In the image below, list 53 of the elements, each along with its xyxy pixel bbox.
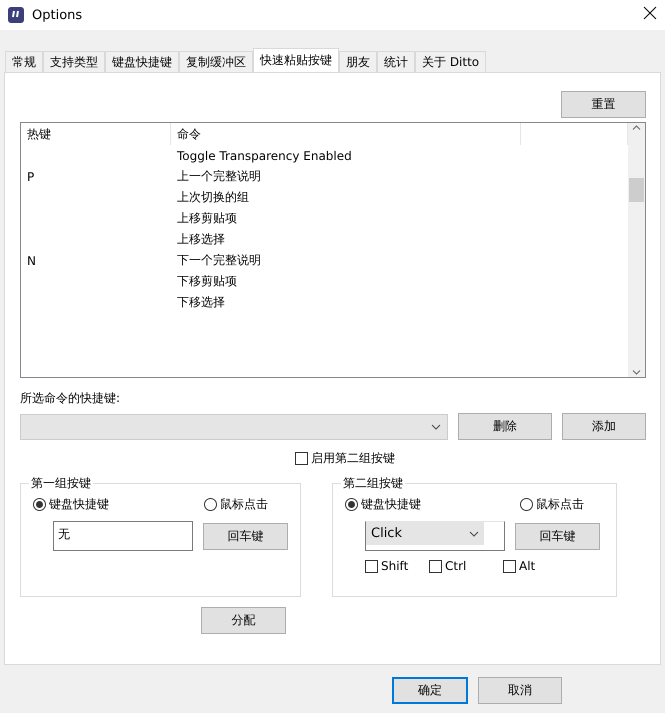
modifier-checkbox[interactable]: Alt bbox=[503, 559, 553, 573]
modifier-checkbox[interactable]: Ctrl bbox=[429, 559, 489, 573]
radio-icon[interactable] bbox=[204, 498, 217, 511]
column-header[interactable]: 热键 bbox=[21, 123, 171, 145]
app-icon bbox=[8, 7, 24, 23]
hotkey-cell: P bbox=[27, 170, 34, 184]
tab[interactable]: 键盘快捷键 bbox=[105, 51, 179, 72]
column-header[interactable]: 命令 bbox=[171, 123, 521, 145]
tab[interactable]: 朋友 bbox=[339, 51, 377, 72]
assign-button[interactable]: 分配 bbox=[201, 607, 286, 634]
scroll-up-icon[interactable] bbox=[632, 125, 641, 130]
enter-key-button[interactable]: 回车键 bbox=[203, 522, 288, 550]
hotkey-cell: N bbox=[27, 254, 36, 268]
radio-option[interactable]: 键盘快捷键 bbox=[345, 496, 421, 513]
tab[interactable]: 关于 Ditto bbox=[415, 51, 486, 72]
command-cell: 上一个完整说明 bbox=[177, 169, 261, 183]
command-cell: 下移剪贴项 bbox=[177, 274, 237, 288]
shortcut-button[interactable]: 添加 bbox=[562, 413, 646, 440]
second-group-checkbox[interactable]: 启用第二组按键 bbox=[295, 450, 395, 467]
radio-icon[interactable] bbox=[33, 498, 46, 511]
command-cell: 下移选择 bbox=[177, 295, 225, 309]
shortcut-label: 所选命令的快捷键: bbox=[20, 390, 122, 407]
tab[interactable]: 快速粘贴按键 bbox=[253, 48, 339, 72]
modifier-checkbox[interactable]: Shift bbox=[365, 559, 415, 573]
tab[interactable]: 支持类型 bbox=[43, 51, 105, 72]
command-cell: 下一个完整说明 bbox=[177, 253, 261, 267]
group-title: 第二组按键 bbox=[342, 475, 404, 492]
radio-icon[interactable] bbox=[345, 498, 358, 511]
tab[interactable]: 常规 bbox=[5, 51, 43, 72]
group-title: 第一组按键 bbox=[30, 475, 92, 492]
command-cell: 上移选择 bbox=[177, 232, 225, 246]
enter-key-button[interactable]: 回车键 bbox=[515, 522, 600, 550]
shortcut-button[interactable]: 删除 bbox=[458, 413, 552, 440]
radio-option[interactable]: 鼠标点击 bbox=[520, 496, 584, 513]
command-cell: Toggle Transparency Enabled bbox=[177, 148, 352, 162]
tab[interactable]: 复制缓冲区 bbox=[179, 51, 253, 72]
chevron-icon bbox=[469, 530, 479, 536]
ok-button[interactable]: 确定 bbox=[392, 677, 468, 704]
window-title: Options bbox=[32, 8, 82, 22]
command-cell: 上次切换的组 bbox=[177, 190, 249, 204]
radio-icon[interactable] bbox=[520, 498, 533, 511]
scroll-down-icon[interactable] bbox=[632, 370, 641, 375]
scroll-thumb[interactable] bbox=[629, 178, 644, 202]
scrollbar[interactable] bbox=[628, 123, 645, 377]
tab[interactable]: 统计 bbox=[377, 51, 415, 72]
cancel-button[interactable]: 取消 bbox=[478, 677, 562, 704]
key-field[interactable]: 无 bbox=[53, 521, 193, 551]
command-cell: 上移剪贴项 bbox=[177, 211, 237, 225]
radio-option[interactable]: 鼠标点击 bbox=[204, 496, 268, 513]
key-dropdown[interactable]: Click bbox=[365, 521, 505, 551]
radio-option[interactable]: 键盘快捷键 bbox=[33, 496, 109, 513]
chevron-icon bbox=[431, 424, 442, 430]
reset-button[interactable]: 重置 bbox=[561, 91, 646, 118]
